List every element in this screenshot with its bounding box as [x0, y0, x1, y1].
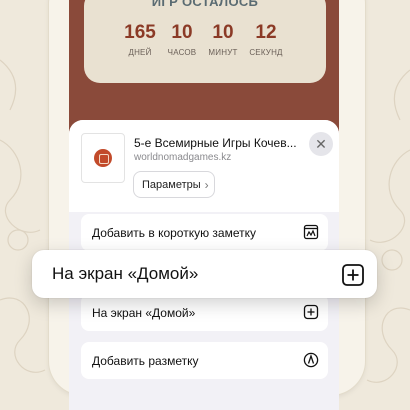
site-favicon [81, 133, 125, 183]
quick-note-icon [303, 224, 319, 240]
action-markup[interactable]: Добавить разметку [81, 342, 328, 379]
hours-value: 10 [171, 22, 193, 43]
hours-label: ЧАСОВ [167, 48, 197, 57]
seconds-label: СЕКУНД [249, 48, 283, 57]
seconds-value: 12 [255, 22, 277, 43]
highlight-label: На экран «Домой» [52, 264, 199, 283]
action-label: Добавить разметку [92, 353, 199, 368]
action-label: На экран «Домой» [92, 305, 196, 320]
share-page-url: worldnomadgames.kz [134, 152, 232, 163]
days-label: ДНЕЙ [128, 48, 152, 57]
close-icon: ✕ [315, 135, 327, 152]
countdown-card: ИГР ОСТАЛОСЬ 165 ДНЕЙ 10 ЧАСОВ 10 МИНУТ … [84, 0, 326, 83]
action-quick-note[interactable]: Добавить в короткую заметку [81, 214, 328, 251]
countdown-hours: 10 ЧАСОВ [160, 22, 204, 57]
countdown-title: ИГР ОСТАЛОСЬ [151, 0, 259, 9]
chevron-right-icon: › [204, 177, 209, 192]
add-square-icon [303, 304, 319, 320]
days-value: 165 [124, 22, 156, 43]
close-button[interactable]: ✕ [309, 132, 333, 156]
markup-icon [303, 352, 319, 368]
minutes-value: 10 [212, 22, 234, 43]
action-add-to-home[interactable]: На экран «Домой» [81, 294, 328, 331]
nomad-games-logo-icon [94, 149, 112, 167]
share-page-title: 5-е Всемирные Игры Кочев... [134, 136, 297, 150]
add-square-icon [342, 264, 364, 286]
countdown-minutes: 10 МИНУТ [201, 22, 245, 57]
minutes-label: МИНУТ [208, 48, 238, 57]
countdown-seconds: 12 СЕКУНД [244, 22, 288, 57]
options-button-label: Параметры [142, 178, 201, 191]
options-button[interactable]: Параметры › [133, 171, 215, 198]
countdown-days: 165 ДНЕЙ [118, 22, 162, 57]
highlighted-add-to-home[interactable]: На экран «Домой» [32, 250, 377, 298]
action-label: Добавить в короткую заметку [92, 225, 257, 240]
